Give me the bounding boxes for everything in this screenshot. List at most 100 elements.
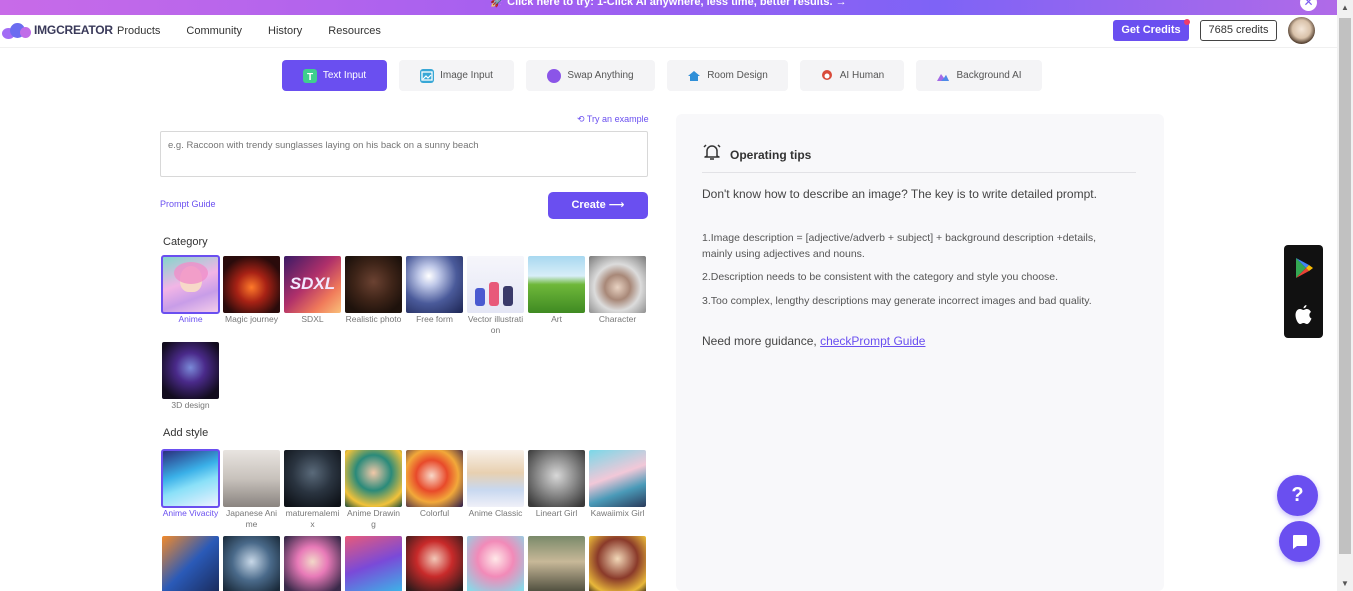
svg-text:T: T bbox=[307, 72, 313, 83]
category-label: Vector illustration bbox=[467, 314, 524, 335]
nav-products[interactable]: Products bbox=[117, 25, 160, 37]
category-title: Category bbox=[163, 236, 208, 248]
category-magic-journey[interactable]: Magic journey bbox=[223, 256, 280, 336]
category-realistic-photo[interactable]: Realistic photo bbox=[345, 256, 402, 336]
help-button[interactable]: ? bbox=[1277, 475, 1318, 516]
style-anime-vivacity[interactable]: Anime Vivacity bbox=[161, 449, 220, 530]
prompt-input[interactable] bbox=[160, 131, 648, 177]
style-item[interactable] bbox=[284, 536, 341, 591]
tab-swap-anything[interactable]: Swap Anything bbox=[526, 60, 655, 91]
category-thumbnail bbox=[589, 256, 646, 313]
style-maturemalemix[interactable]: maturemalemix bbox=[284, 450, 341, 530]
category-sdxl[interactable]: SDXL SDXL bbox=[284, 256, 341, 336]
nav-resources[interactable]: Resources bbox=[328, 25, 381, 37]
category-character[interactable]: Character bbox=[589, 256, 646, 336]
style-item[interactable] bbox=[467, 536, 524, 591]
avatar[interactable] bbox=[1288, 17, 1315, 44]
category-vector-illustration[interactable]: Vector illustration bbox=[467, 256, 524, 336]
style-thumbnail bbox=[406, 450, 463, 507]
category-label: Magic journey bbox=[225, 314, 278, 324]
image-icon bbox=[420, 68, 435, 83]
style-thumbnail bbox=[406, 536, 463, 591]
chat-button[interactable] bbox=[1279, 521, 1320, 562]
close-icon[interactable]: ✕ bbox=[1300, 0, 1317, 11]
category-label: Free form bbox=[416, 314, 453, 324]
nav-history[interactable]: History bbox=[268, 25, 302, 37]
style-item[interactable] bbox=[223, 536, 280, 591]
style-colorful[interactable]: Colorful bbox=[406, 450, 463, 530]
style-item[interactable] bbox=[589, 536, 646, 591]
style-anime-classic[interactable]: Anime Classic bbox=[467, 450, 524, 530]
divider bbox=[702, 172, 1136, 173]
category-anime[interactable]: Anime bbox=[161, 255, 220, 336]
create-button[interactable]: Create ⟶ bbox=[548, 192, 648, 219]
category-free-form[interactable]: Free form bbox=[406, 256, 463, 336]
logo[interactable]: IMGCREATOR bbox=[2, 21, 113, 39]
get-credits-label: Get Credits bbox=[1121, 24, 1181, 36]
category-label: Character bbox=[598, 314, 637, 324]
promo-text[interactable]: 🚀 Click here to try: 1-Click AI anywhere… bbox=[490, 0, 846, 8]
refresh-icon: ⟲ bbox=[577, 114, 585, 124]
tips-intro: Don't know how to describe an image? The… bbox=[702, 187, 1097, 201]
scrollbar[interactable]: ▲ ▼ bbox=[1337, 0, 1353, 591]
category-label: Anime bbox=[178, 314, 203, 324]
mode-tabs: T Text Input Image Input Swap Anything R… bbox=[282, 60, 1054, 91]
scroll-down-arrow-icon[interactable]: ▼ bbox=[1337, 576, 1353, 591]
nav-community[interactable]: Community bbox=[186, 25, 242, 37]
style-label: Lineart Girl bbox=[535, 508, 578, 518]
chat-icon bbox=[1279, 535, 1320, 566]
main-nav: Products Community History Resources bbox=[117, 25, 407, 37]
category-art[interactable]: Art bbox=[528, 256, 585, 336]
style-label: Colorful bbox=[419, 508, 450, 518]
style-label: Anime Classic bbox=[468, 508, 523, 518]
style-item[interactable] bbox=[162, 536, 219, 591]
style-japanese-anime[interactable]: Japanese Anime bbox=[223, 450, 280, 530]
style-label: Kawaiimix Girl bbox=[590, 508, 645, 518]
try-example-link[interactable]: ⟲ Try an example bbox=[577, 114, 649, 125]
style-anime-drawing[interactable]: Anime Drawing bbox=[345, 450, 402, 530]
style-kawaiimix-girl[interactable]: Kawaiimix Girl bbox=[589, 450, 646, 530]
google-play-icon[interactable] bbox=[1294, 257, 1314, 284]
apple-icon[interactable] bbox=[1294, 304, 1313, 331]
tab-text-input[interactable]: T Text Input bbox=[282, 60, 387, 91]
style-thumbnail bbox=[467, 450, 524, 507]
prompt-guide-link[interactable]: Prompt Guide bbox=[160, 199, 216, 209]
tab-ai-human[interactable]: AI Human bbox=[800, 60, 904, 91]
check-prompt-guide-link[interactable]: checkPrompt Guide bbox=[820, 334, 925, 348]
style-lineart-girl[interactable]: Lineart Girl bbox=[528, 450, 585, 530]
style-thumbnail bbox=[528, 450, 585, 507]
category-thumbnail bbox=[467, 256, 524, 313]
tip-item: 1.Image description = [adjective/adverb … bbox=[702, 232, 1096, 260]
category-label: Realistic photo bbox=[345, 314, 402, 324]
promo-banner[interactable]: 🚀 Click here to try: 1-Click AI anywhere… bbox=[0, 0, 1337, 15]
style-thumbnail bbox=[284, 536, 341, 591]
logo-cloud-icon bbox=[2, 21, 32, 39]
category-3d-design[interactable]: 3D design bbox=[162, 342, 219, 411]
tab-label: Swap Anything bbox=[567, 70, 634, 81]
style-item[interactable] bbox=[528, 536, 585, 591]
tab-label: Image Input bbox=[440, 70, 493, 81]
tab-room-design[interactable]: Room Design bbox=[667, 60, 788, 91]
style-label: Anime Vivacity bbox=[162, 508, 219, 518]
category-thumbnail bbox=[345, 256, 402, 313]
tab-label: AI Human bbox=[839, 70, 885, 81]
tab-image-input[interactable]: Image Input bbox=[399, 60, 514, 91]
get-credits-button[interactable]: Get Credits bbox=[1113, 19, 1190, 41]
style-grid: Anime Vivacity Japanese Anime maturemale… bbox=[161, 449, 662, 591]
tab-background-ai[interactable]: Background AI bbox=[916, 60, 1042, 91]
style-thumbnail bbox=[589, 450, 646, 507]
category-thumbnail bbox=[528, 256, 585, 313]
style-item[interactable] bbox=[406, 536, 463, 591]
category-thumbnail: SDXL bbox=[284, 256, 341, 313]
credits-badge[interactable]: 7685 credits bbox=[1200, 20, 1277, 41]
tips-more: Need more guidance, checkPrompt Guide bbox=[702, 334, 925, 348]
category-grid: Anime Magic journey SDXL SDXL Realistic … bbox=[161, 255, 662, 417]
style-title: Add style bbox=[163, 427, 209, 439]
style-label: maturemalemix bbox=[285, 508, 340, 529]
swap-icon bbox=[547, 68, 562, 83]
category-thumbnail bbox=[223, 256, 280, 313]
style-thumbnail bbox=[284, 450, 341, 507]
style-item[interactable] bbox=[345, 536, 402, 591]
scroll-up-arrow-icon[interactable]: ▲ bbox=[1337, 0, 1353, 15]
scroll-thumb[interactable] bbox=[1339, 18, 1351, 554]
